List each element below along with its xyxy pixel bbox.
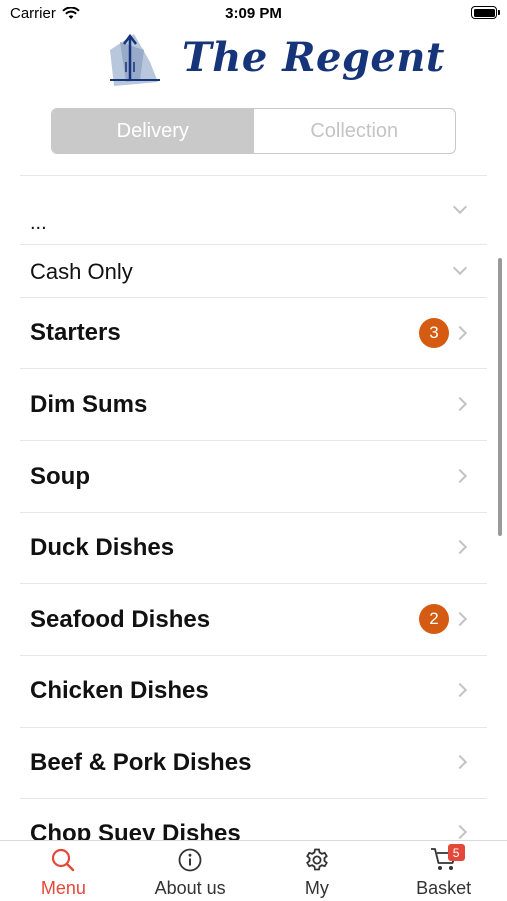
payment-selector[interactable]: Cash Only — [20, 245, 487, 297]
category-row-chop-suey-dishes[interactable]: Chop Suey Dishes — [20, 799, 487, 840]
info-icon — [178, 848, 202, 872]
tab-label: Menu — [40, 878, 86, 898]
brand-name: The Regent — [182, 34, 445, 81]
category-row-starters[interactable]: Starters 3 — [20, 298, 487, 368]
chevron-right-icon — [452, 396, 468, 412]
chevron-right-icon — [452, 468, 468, 484]
payment-value: Cash Only — [30, 259, 133, 284]
category-row-soup[interactable]: Soup — [20, 441, 487, 512]
tab-menu[interactable]: Menu — [0, 841, 127, 901]
chevron-right-icon — [452, 754, 468, 770]
item-count-badge: 2 — [419, 604, 449, 634]
chevron-right-icon — [452, 539, 468, 555]
basket-count-badge: 5 — [447, 844, 465, 861]
tab-my[interactable]: My — [254, 841, 381, 901]
scrollbar[interactable] — [498, 258, 502, 536]
tab-label: About us — [154, 878, 226, 898]
category-label: Seafood Dishes — [30, 606, 211, 633]
gear-icon — [306, 848, 328, 871]
search-icon — [52, 848, 75, 872]
address-value: ... — [30, 212, 47, 234]
tab-label: My — [304, 878, 329, 898]
order-mode-segmented-control[interactable]: Delivery Collection — [51, 108, 456, 154]
category-label: Dim Sums — [30, 391, 148, 418]
category-label: Starters — [30, 319, 121, 346]
tab-bar: Menu About us My 5 Basket — [0, 840, 507, 901]
collection-option[interactable]: Collection — [254, 109, 456, 153]
category-row-dim-sums[interactable]: Dim Sums — [20, 369, 487, 440]
category-label: Chop Suey Dishes — [30, 820, 241, 840]
category-row-chicken-dishes[interactable]: Chicken Dishes — [20, 656, 487, 727]
category-row-duck-dishes[interactable]: Duck Dishes — [20, 513, 487, 583]
tab-basket[interactable]: 5 Basket — [380, 841, 507, 901]
battery-icon — [471, 6, 500, 19]
chevron-right-icon — [452, 824, 468, 840]
category-label: Soup — [30, 463, 90, 490]
sailboat-logo-icon — [110, 33, 160, 86]
category-row-seafood-dishes[interactable]: Seafood Dishes 2 — [20, 584, 487, 655]
category-row-beef-pork-dishes[interactable]: Beef & Pork Dishes — [20, 728, 487, 798]
chevron-down-icon — [452, 260, 468, 276]
chevron-down-icon — [452, 199, 468, 215]
category-label: Chicken Dishes — [30, 677, 209, 704]
address-selector[interactable]: ... — [20, 176, 487, 244]
status-time: 3:09 PM — [225, 5, 282, 22]
tab-about-us[interactable]: About us — [127, 841, 254, 901]
status-bar: Carrier 3:09 PM — [0, 0, 507, 28]
chevron-right-icon — [452, 682, 468, 698]
restaurant-logo: The Regent — [100, 30, 444, 94]
delivery-option[interactable]: Delivery — [52, 109, 254, 153]
tab-label: Basket — [416, 878, 472, 898]
item-count-badge: 3 — [419, 318, 449, 348]
chevron-right-icon — [452, 325, 468, 341]
category-label: Duck Dishes — [30, 534, 175, 561]
category-label: Beef & Pork Dishes — [30, 749, 252, 776]
chevron-right-icon — [452, 611, 468, 627]
